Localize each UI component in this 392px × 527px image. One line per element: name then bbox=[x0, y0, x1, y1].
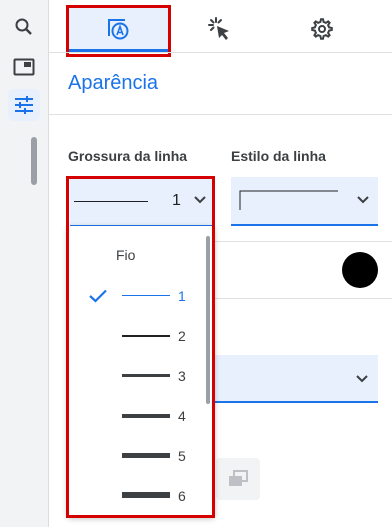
search-icon[interactable] bbox=[8, 11, 40, 43]
tab-settings[interactable] bbox=[272, 6, 372, 52]
rail-scrollbar[interactable] bbox=[31, 137, 37, 185]
color-swatch[interactable] bbox=[342, 252, 378, 288]
section-divider bbox=[48, 114, 392, 115]
click-icon bbox=[208, 17, 229, 40]
side-rail bbox=[0, 0, 49, 527]
layers-button[interactable] bbox=[216, 458, 260, 500]
highlight-box-tab bbox=[66, 5, 171, 57]
chevron-down-icon bbox=[357, 196, 369, 204]
line-style-preview bbox=[239, 190, 338, 210]
row-divider bbox=[214, 241, 392, 242]
hidden-select[interactable] bbox=[214, 355, 378, 403]
line-style-select[interactable] bbox=[231, 177, 378, 226]
highlight-box-line-width bbox=[66, 176, 215, 518]
layers-icon bbox=[229, 470, 248, 486]
gear-icon bbox=[311, 18, 333, 40]
line-width-label: Grossura da linha bbox=[68, 148, 188, 164]
row-divider bbox=[214, 298, 392, 299]
tab-interaction[interactable] bbox=[170, 6, 270, 52]
picture-in-picture-icon[interactable] bbox=[8, 51, 40, 83]
tabs-divider bbox=[48, 52, 392, 53]
section-title: Aparência bbox=[68, 72, 159, 94]
line-style-label: Estilo da linha bbox=[231, 148, 326, 164]
chevron-down-icon bbox=[356, 375, 368, 383]
tune-icon[interactable] bbox=[8, 89, 40, 121]
